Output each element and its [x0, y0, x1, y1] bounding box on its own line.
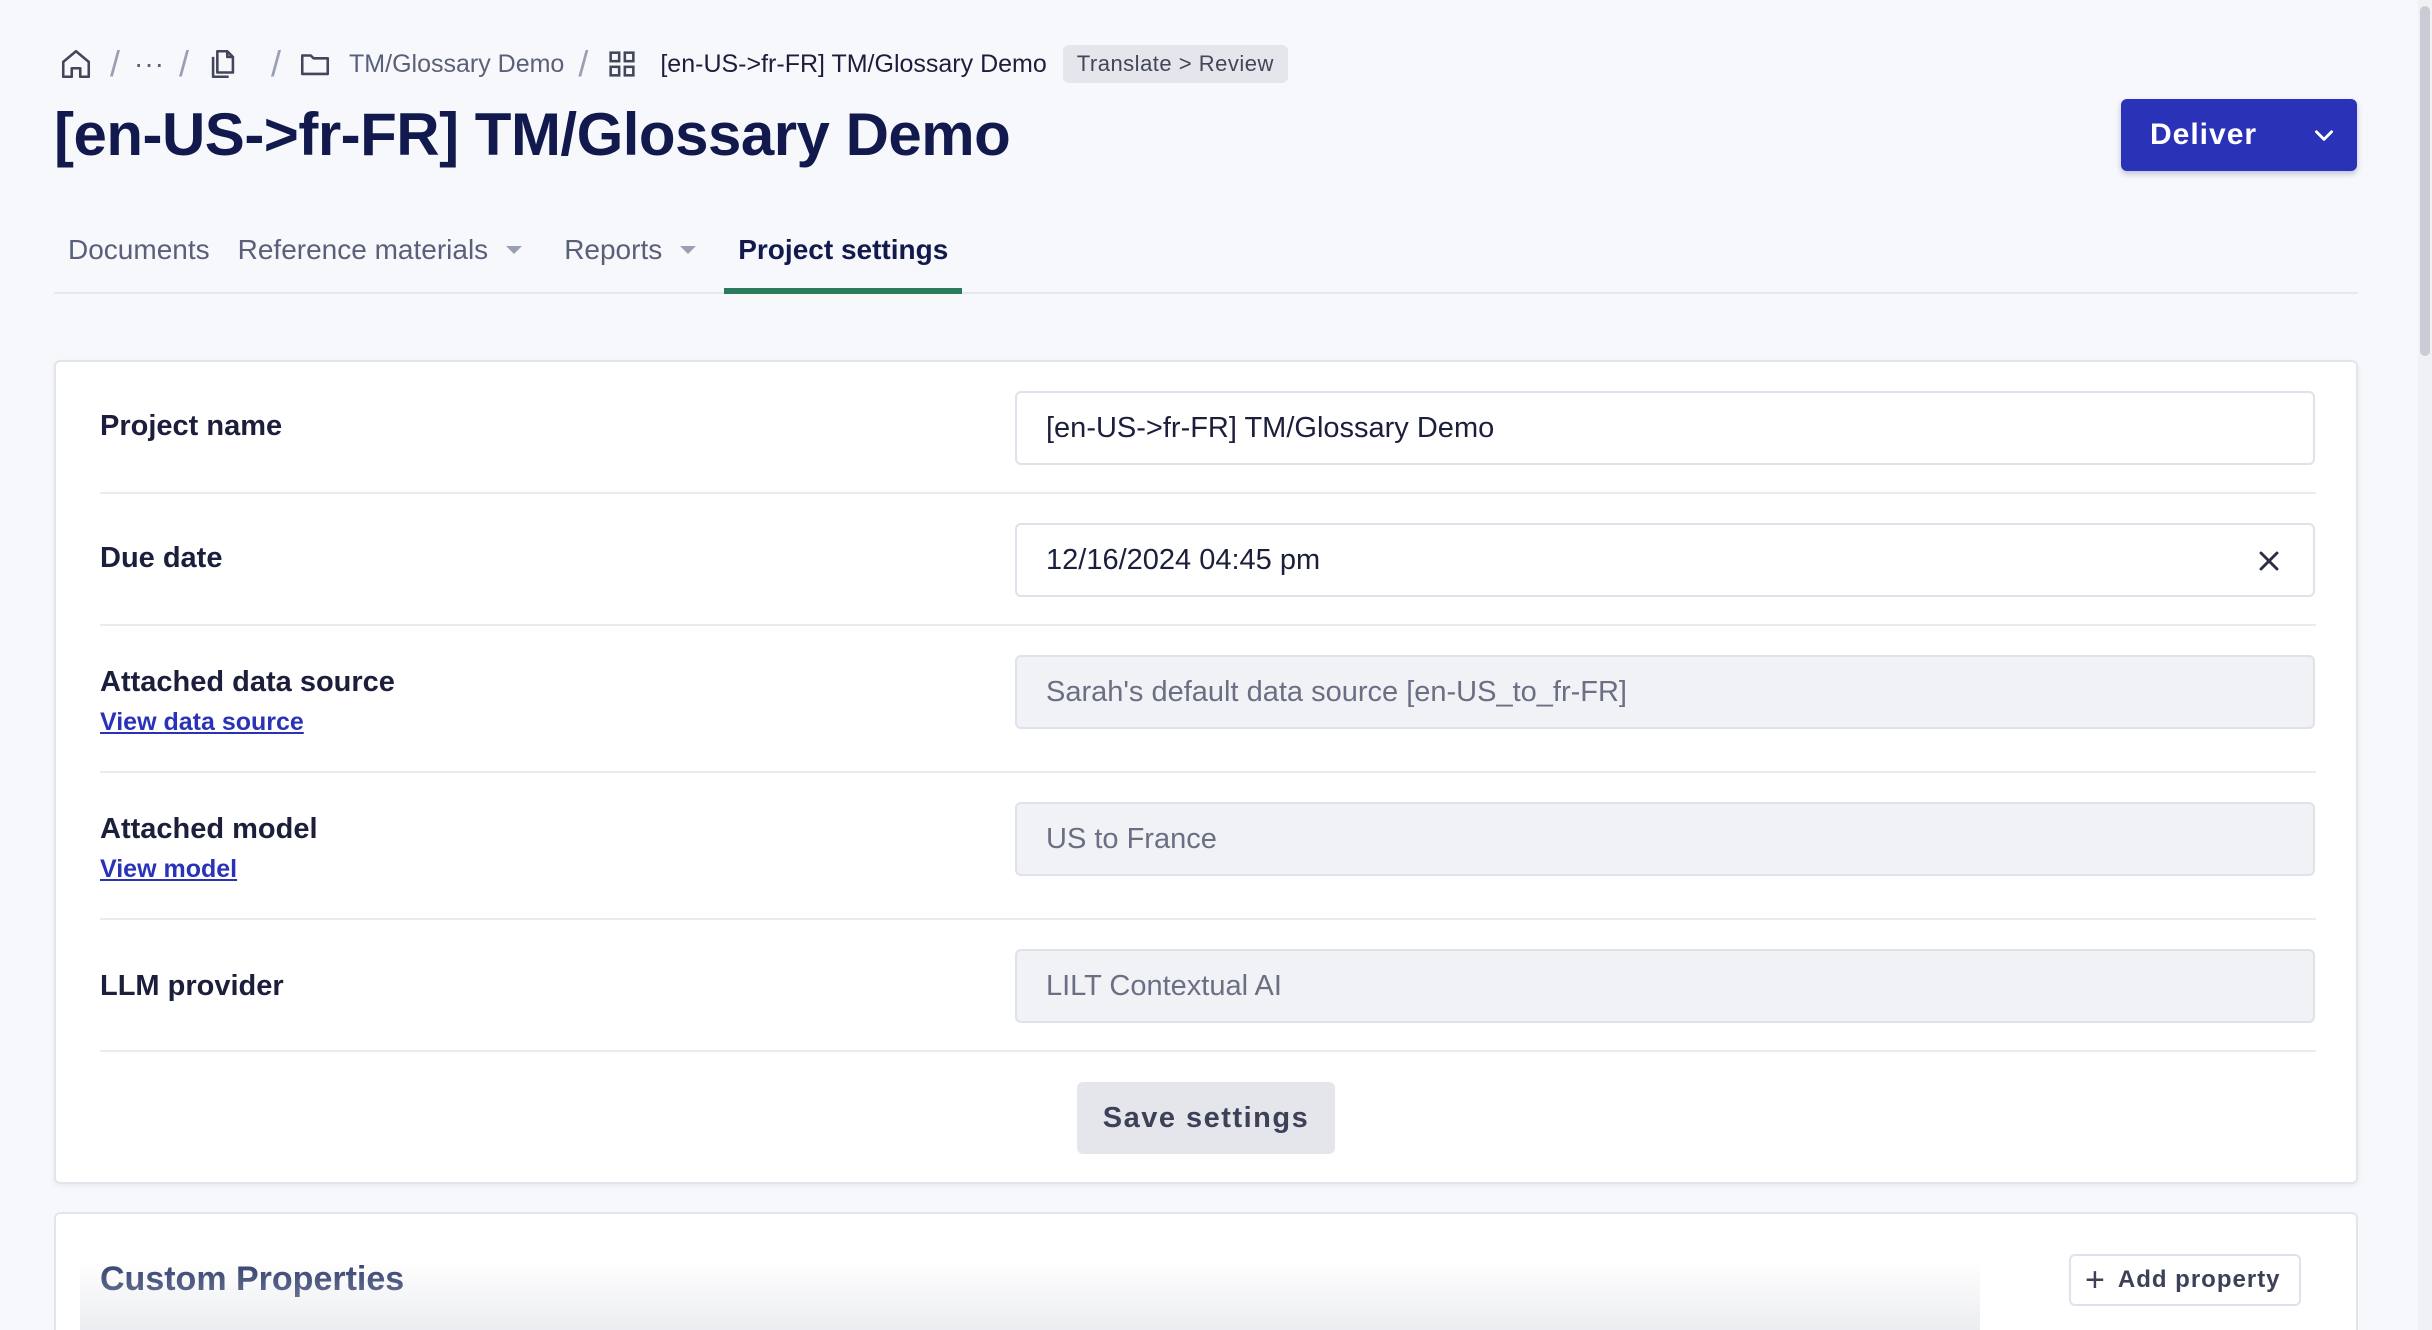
data-source-label: Attached data source: [100, 666, 395, 698]
deliver-button[interactable]: Deliver: [2121, 99, 2357, 171]
project-name-value: [en-US->fr-FR] TM/Glossary Demo: [1046, 411, 1495, 444]
view-data-source-link[interactable]: View data source: [100, 708, 304, 737]
tab-project-settings[interactable]: Project settings: [724, 222, 963, 294]
caret-down-icon[interactable]: [680, 246, 697, 254]
due-date-value: 12/16/2024 04:45 pm: [1046, 543, 1321, 576]
project-name-input[interactable]: [en-US->fr-FR] TM/Glossary Demo: [1015, 391, 2315, 465]
llm-provider-row: LLM provider LILT Contextual AI: [100, 920, 2316, 1052]
page-title: [en-US->fr-FR] TM/Glossary Demo: [54, 101, 1011, 168]
view-model-link[interactable]: View model: [100, 855, 237, 884]
model-row: Attached model View model US to France: [100, 773, 2316, 920]
tab-label: Project settings: [738, 234, 949, 265]
breadcrumb-separator: /: [578, 43, 589, 84]
tab-label: Reference materials: [237, 234, 489, 265]
llm-provider-label: LLM provider: [100, 970, 284, 1002]
data-source-row: Attached data source View data source Sa…: [100, 626, 2316, 773]
save-settings-button[interactable]: Save settings: [1077, 1082, 1335, 1154]
scrollbar-thumb[interactable]: [2420, 6, 2430, 356]
breadcrumb: / ··· / / TM/Glossary Demo / [en-US->fr-…: [56, 42, 1288, 86]
due-date-label: Due date: [100, 542, 223, 574]
home-icon[interactable]: [56, 44, 96, 84]
tab-reports[interactable]: Reports: [550, 222, 710, 292]
due-date-row: Due date 12/16/2024 04:45 pm: [100, 494, 2316, 626]
llm-provider-field: LILT Contextual AI: [1015, 949, 2315, 1023]
folder-icon: [295, 44, 335, 84]
tab-label: Documents: [68, 234, 210, 265]
project-name-row: Project name [en-US->fr-FR] TM/Glossary …: [100, 362, 2316, 494]
custom-properties-card: Custom Properties + Add property: [54, 1212, 2358, 1330]
save-settings-label: Save settings: [1102, 1101, 1310, 1134]
breadcrumb-separator: /: [271, 43, 282, 84]
breadcrumb-separator: /: [110, 43, 121, 84]
workflow-badge: Translate > Review: [1062, 45, 1288, 83]
model-value: US to France: [1046, 822, 1217, 855]
custom-properties-title: Custom Properties: [100, 1260, 405, 1298]
breadcrumb-folder[interactable]: TM/Glossary Demo: [349, 50, 564, 79]
tab-label: Reports: [564, 234, 663, 265]
breadcrumb-separator: /: [179, 43, 190, 84]
tab-bar: Documents Reference materials Reports Pr…: [54, 222, 2358, 294]
plus-icon: +: [2085, 1261, 2106, 1299]
add-property-label: Add property: [2117, 1266, 2281, 1293]
close-icon[interactable]: [2253, 545, 2285, 577]
breadcrumb-ellipsis[interactable]: ···: [134, 48, 165, 80]
caret-down-icon[interactable]: [506, 246, 523, 254]
project-settings-card: Project name [en-US->fr-FR] TM/Glossary …: [54, 360, 2358, 1184]
page: / ··· / / TM/Glossary Demo / [en-US->fr-…: [0, 0, 2432, 1330]
add-property-button[interactable]: + Add property: [2069, 1254, 2301, 1306]
tab-reference-materials[interactable]: Reference materials: [224, 222, 537, 292]
llm-provider-value: LILT Contextual AI: [1046, 969, 1282, 1002]
deliver-label[interactable]: Deliver: [2121, 118, 2291, 152]
due-date-input[interactable]: 12/16/2024 04:45 pm: [1015, 523, 2315, 597]
data-source-value: Sarah's default data source [en-US_to_fr…: [1046, 675, 1627, 708]
breadcrumb-project: [en-US->fr-FR] TM/Glossary Demo: [660, 49, 1047, 78]
documents-icon[interactable]: [203, 44, 243, 84]
project-name-label: Project name: [100, 410, 283, 442]
chevron-down-icon[interactable]: [2291, 99, 2357, 171]
grid-icon: [602, 44, 642, 84]
tab-documents[interactable]: Documents: [54, 222, 224, 292]
data-source-field: Sarah's default data source [en-US_to_fr…: [1015, 655, 2315, 729]
model-label: Attached model: [100, 813, 318, 845]
model-field: US to France: [1015, 802, 2315, 876]
